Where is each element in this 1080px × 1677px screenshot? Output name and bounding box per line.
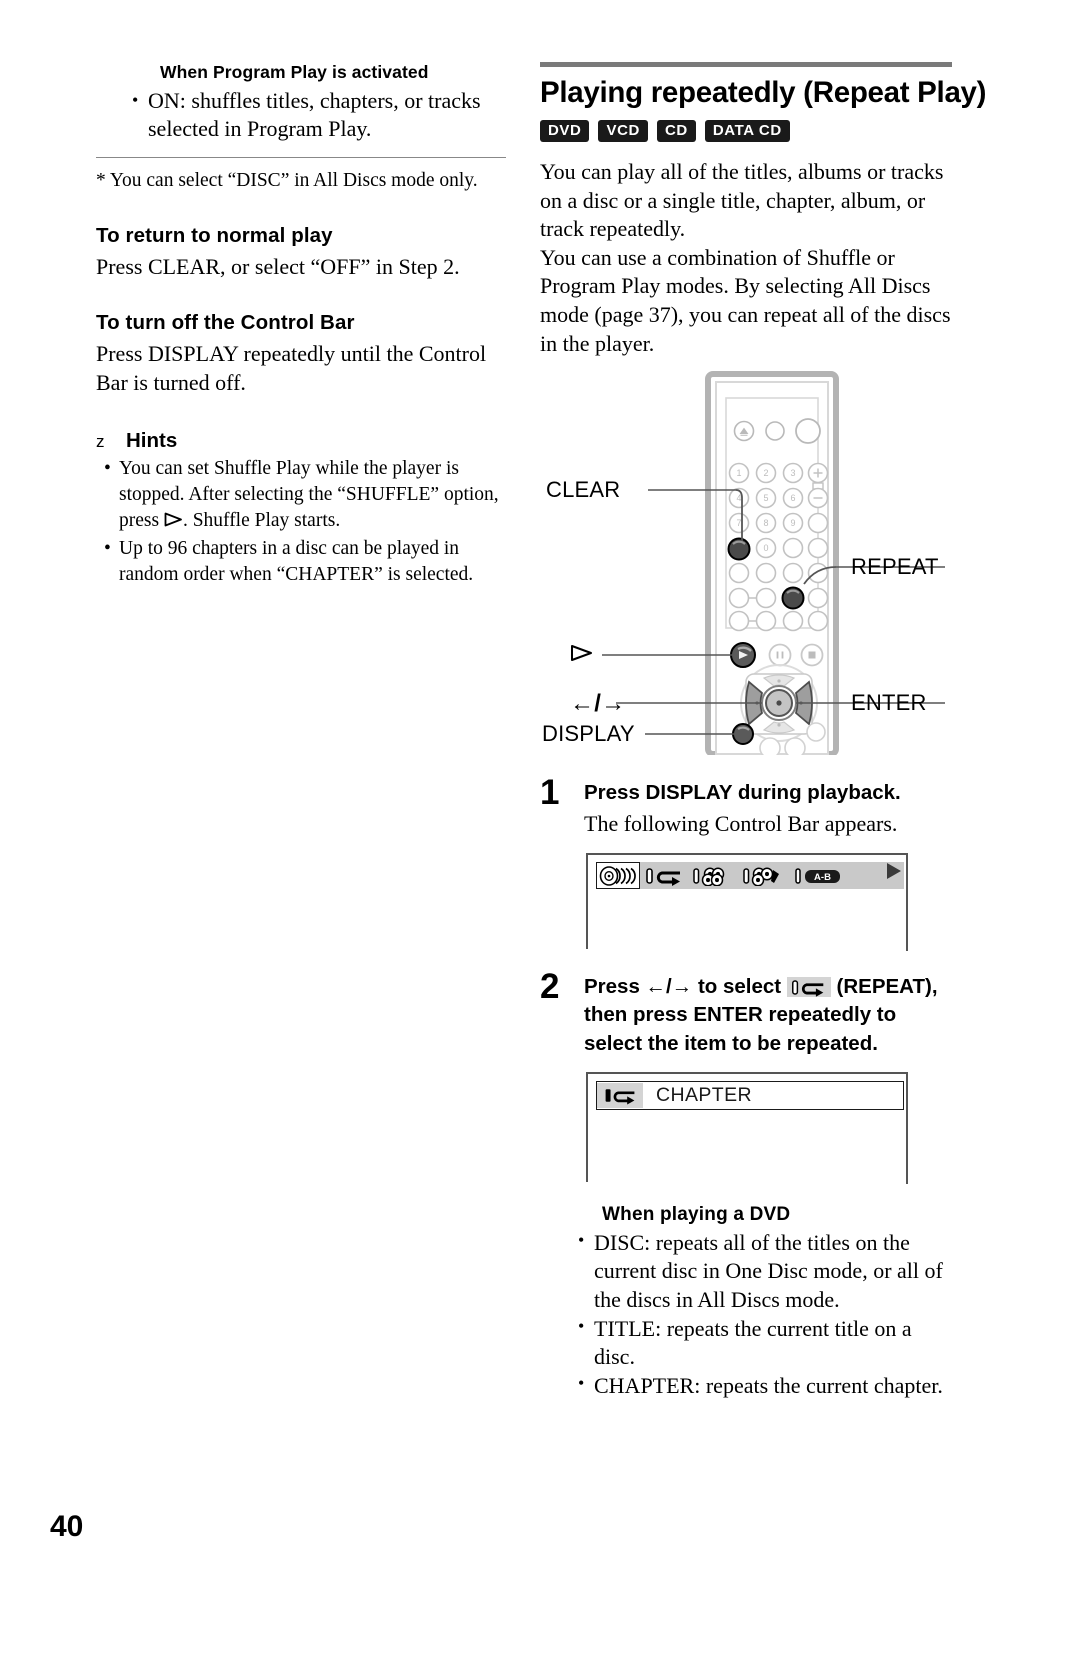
control-bar-item-ab-repeat[interactable]: A-B xyxy=(790,862,848,889)
program-play-bullet-text: ON: shuffles titles, chapters, or tracks… xyxy=(148,88,481,142)
hint-text-after: . Shuffle Play starts. xyxy=(182,510,341,532)
dvd-list-item: • DISC: repeats all of the titles on the… xyxy=(578,1229,952,1315)
section-heading-turn-off-control-bar: To turn off the Control Bar xyxy=(96,311,355,335)
svg-text:0: 0 xyxy=(763,543,768,553)
control-bar-item-program[interactable] xyxy=(738,862,790,889)
left-column: When Program Play is activated • ON: shu… xyxy=(96,62,506,589)
badge-dvd: DVD xyxy=(540,120,590,142)
svg-text:3: 3 xyxy=(790,468,795,478)
bullet-dot: • xyxy=(578,1229,585,1250)
remote-label-left-right-arrows: ←/→ xyxy=(570,690,626,718)
program-play-bullet: • ON: shuffles titles, chapters, or trac… xyxy=(132,87,506,143)
program-play-heading: When Program Play is activated xyxy=(160,62,429,82)
step-2-title: Press ←/→ to select (REPEAT), then press… xyxy=(584,973,952,1058)
svg-text:9: 9 xyxy=(790,518,795,528)
hint-item: • Up to 96 chapters in a disc can be pla… xyxy=(104,536,506,588)
chapter-row[interactable]: CHAPTER xyxy=(596,1080,904,1110)
disc-icon xyxy=(599,865,636,886)
bullet-dot: • xyxy=(104,538,111,560)
repeat-icon xyxy=(786,977,831,998)
chapter-label: CHAPTER xyxy=(656,1083,752,1106)
hint-text: Up to 96 chapters in a disc can be playe… xyxy=(119,538,474,586)
bullet-dot: • xyxy=(132,90,139,110)
hints-heading: Hints xyxy=(126,429,178,453)
a-b-repeat-icon: A-B xyxy=(795,867,840,884)
repeat-icon xyxy=(597,1082,643,1108)
page-number: 40 xyxy=(50,1510,84,1543)
intro-paragraph-2: You can use a combination of Shuffle or … xyxy=(540,244,951,356)
step-2-number: 2 xyxy=(540,967,560,1007)
control-bar-item-repeat[interactable] xyxy=(640,862,688,889)
hint-item: • You can set Shuffle Play while the pla… xyxy=(104,456,506,535)
media-badges: DVD VCD CD DATA CD xyxy=(540,120,952,142)
title-rule xyxy=(540,62,952,67)
control-bar-play-indicator-icon xyxy=(887,863,901,880)
svg-text:7: 7 xyxy=(736,518,741,528)
screen-right-edge xyxy=(905,855,908,952)
control-bar-item-disc[interactable] xyxy=(596,862,640,890)
bullet-dot: • xyxy=(578,1315,585,1336)
remote-control-illustration: 1 2 3 4 5 6 7 8 9 0 CLEAR REPEAT ←/→ ENT… xyxy=(540,370,952,759)
hints-header: z Hints xyxy=(96,429,506,453)
step-1-number: 1 xyxy=(540,773,560,813)
svg-text:2: 2 xyxy=(763,468,768,478)
remote-label-repeat: REPEAT xyxy=(851,554,939,580)
step-1-sub: The following Control Bar appears. xyxy=(584,811,898,837)
hint-z-icon: z xyxy=(96,432,105,452)
intro-paragraph-1: You can play all of the titles, albums o… xyxy=(540,159,944,242)
dvd-list-item: • CHAPTER: repeats the current chapter. xyxy=(578,1372,952,1401)
right-column: Playing repeatedly (Repeat Play) DVD VCD… xyxy=(540,62,987,1401)
section-heading-return-normal-play: To return to normal play xyxy=(96,223,333,247)
control-bar-screen: A-B xyxy=(586,853,908,952)
manual-page: When Program Play is activated • ON: shu… xyxy=(0,0,1080,1677)
dvd-section-heading: When playing a DVD xyxy=(602,1203,791,1225)
page-title: Playing repeatedly (Repeat Play) xyxy=(540,76,987,109)
screen-right-edge xyxy=(905,1073,908,1184)
disc-footnote: * You can select “DISC” in All Discs mod… xyxy=(96,170,478,192)
step-2-title-part1: Press ←/→ to select xyxy=(584,975,782,999)
svg-text:1: 1 xyxy=(736,468,741,478)
svg-text:5: 5 xyxy=(763,493,768,503)
bullet-dot: • xyxy=(578,1372,585,1393)
dvd-item-text: DISC: repeats all of the titles on the c… xyxy=(594,1229,943,1313)
hint-text: You can set Shuffle Play while the playe… xyxy=(119,456,506,535)
remote-label-clear: CLEAR xyxy=(546,477,621,503)
chapter-screen: CHAPTER xyxy=(586,1071,908,1184)
remote-label-enter: ENTER xyxy=(851,690,927,716)
badge-data-cd: DATA CD xyxy=(704,120,790,142)
step-1: 1 Press DISPLAY during playback. The fol… xyxy=(540,775,952,839)
badge-cd: CD xyxy=(656,120,696,142)
dvd-item-text: TITLE: repeats the current title on a di… xyxy=(594,1315,912,1370)
play-triangle-icon xyxy=(164,509,183,535)
svg-text:6: 6 xyxy=(790,493,795,503)
section-body-turn-off-control-bar: Press DISPLAY repeatedly until the Contr… xyxy=(96,341,487,395)
bullet-dot: • xyxy=(104,458,111,480)
svg-text:A-B: A-B xyxy=(814,872,831,883)
step-1-title: Press DISPLAY during playback. xyxy=(584,781,901,805)
control-bar: A-B xyxy=(596,862,904,890)
dvd-item-text: CHAPTER: repeats the current chapter. xyxy=(594,1372,943,1398)
section-body-return-normal-play: Press CLEAR, or select “OFF” in Step 2. xyxy=(96,253,460,279)
step-2: 2 Press ←/→ to select (REPEAT), then pre… xyxy=(540,969,952,1058)
repeat-icon xyxy=(646,867,680,886)
control-bar-item-shuffle[interactable] xyxy=(688,862,738,889)
dvd-list-item: • TITLE: repeats the current title on a … xyxy=(578,1315,952,1372)
divider xyxy=(96,157,506,159)
remote-label-play-icon xyxy=(570,642,594,668)
svg-text:8: 8 xyxy=(763,518,768,528)
program-icon xyxy=(743,866,779,886)
badge-vcd: VCD xyxy=(598,120,648,142)
play-triangle-icon xyxy=(571,645,592,662)
shuffle-icon xyxy=(693,866,725,886)
remote-label-display: DISPLAY xyxy=(542,721,635,747)
